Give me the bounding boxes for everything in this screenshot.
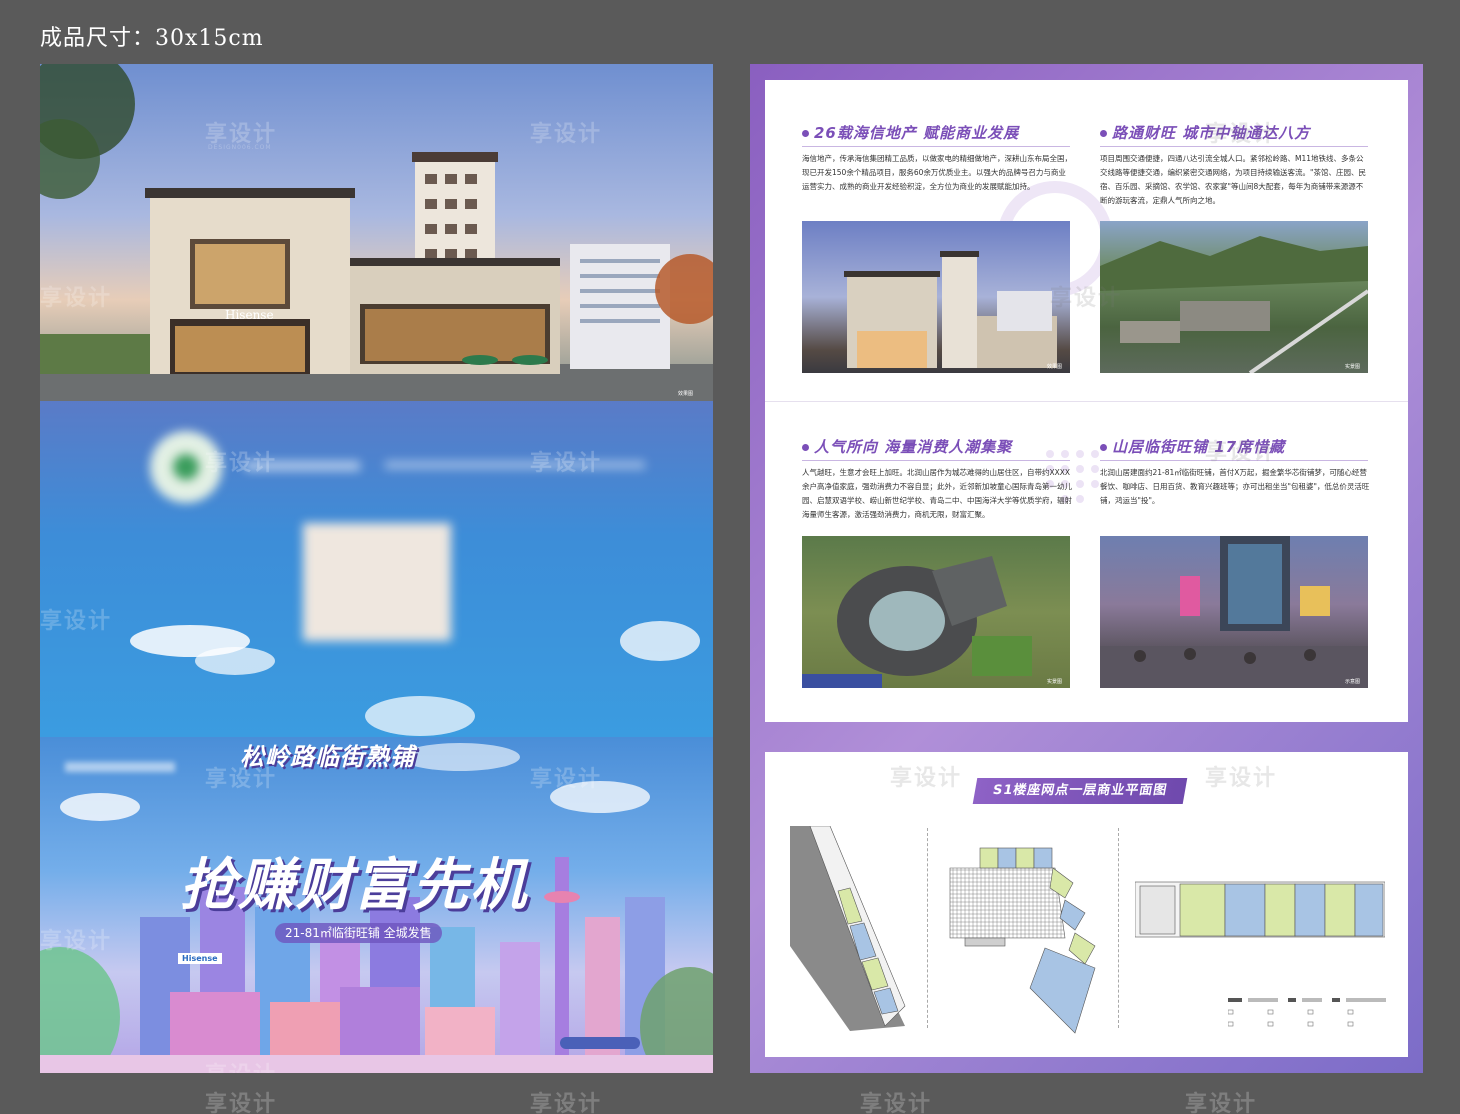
photo-caption: 效果图	[1046, 364, 1062, 370]
section-rule	[802, 460, 1070, 461]
section-rule	[1100, 146, 1368, 147]
section-title-shops: 山居临街旺铺 17席惜藏	[1100, 436, 1285, 457]
photo-caption: 实景图	[1046, 679, 1062, 685]
section-photo-developer: 效果图	[802, 221, 1070, 373]
bullet-dot-icon	[1100, 444, 1107, 451]
cloud-decor	[130, 621, 700, 736]
cover-title-line1: 松岭路临街熟铺	[240, 743, 415, 771]
section-rule	[802, 146, 1070, 147]
watermark: 享设计	[530, 1092, 603, 1114]
section-title-developer: 26载海信地产 赋能商业发展	[802, 122, 1019, 143]
size-label: 成品尺寸：30x15cm	[40, 26, 264, 51]
brochure-mockup: 成品尺寸：30x15cm Hisense 效果图 享设计 DESIGN006.C…	[0, 0, 1460, 1114]
cover-subtitle-blurred	[65, 762, 175, 772]
brand-logo: Hisense	[178, 953, 222, 964]
floor-plan-title: S1楼座网点一层商业平面图	[972, 778, 1188, 804]
plan-divider	[927, 828, 928, 1028]
storefront-sign: Hisense	[225, 308, 274, 322]
building-rendering-illustration	[40, 64, 713, 401]
photo-caption: 示意图	[1344, 679, 1360, 685]
contact-map-panel: 享设计 享设计 享设计	[40, 401, 713, 737]
plan-divider	[1118, 828, 1119, 1028]
section-body-developer: 海信地产，传承海信集团精工品质，以做家电的精细做地产，深耕山东布局全国，现已开发…	[802, 154, 1072, 191]
section-body-traffic: 人气越旺，生意才会旺上加旺。北润山居作为城芯难得的山居住区，自带约XXXX余户高…	[802, 468, 1072, 519]
watermark: 享设计	[205, 1092, 278, 1114]
bullet-dot-icon	[802, 130, 809, 137]
floor-plan-strip	[790, 826, 906, 1031]
watermark: 享设计	[860, 1092, 933, 1114]
fold-line	[765, 401, 1408, 402]
section-photo-transport: 实景图	[1100, 221, 1368, 373]
section-body-shops: 北润山居建面约21-81㎡临街旺铺，首付X万起，掘金繁华芯街铺梦，可随心经营餐饮…	[1100, 468, 1370, 505]
section-title-transport: 路通财旺 城市中轴通达八方	[1100, 122, 1310, 143]
floor-plan-block	[949, 847, 1096, 1034]
rendering-caption: 效果图	[678, 391, 694, 397]
section-body-transport: 项目周围交通便捷，四通八达引流全城人口。紧邻松岭路、M11地铁线、多条公交线路等…	[1100, 154, 1366, 205]
photo-caption: 实景图	[1344, 364, 1360, 370]
watermark: 享设计	[1185, 1092, 1258, 1114]
watermark-sub: DESIGN006.COM	[208, 144, 272, 151]
plan-legend	[1228, 998, 1386, 1027]
cover-tagline: 21-81㎡临街旺铺 全城发售	[275, 923, 442, 943]
cover-title-line2: 抢赚财富先机	[180, 853, 528, 918]
section-photo-traffic: 实景图	[802, 536, 1070, 688]
section-photo-shops: 示意图	[1100, 536, 1368, 688]
bullet-dot-icon	[1100, 130, 1107, 137]
bullet-dot-icon	[802, 444, 809, 451]
floor-plan-row	[1135, 881, 1385, 938]
building-rendering-panel: Hisense 效果图 享设计 DESIGN006.COM 享设计 享设计	[40, 64, 713, 401]
section-rule	[1100, 460, 1368, 461]
left-sheet: Hisense 效果图 享设计 DESIGN006.COM 享设计 享设计 享设…	[40, 64, 713, 1073]
section-title-traffic: 人气所向 海量消费人潮集聚	[802, 436, 1012, 457]
